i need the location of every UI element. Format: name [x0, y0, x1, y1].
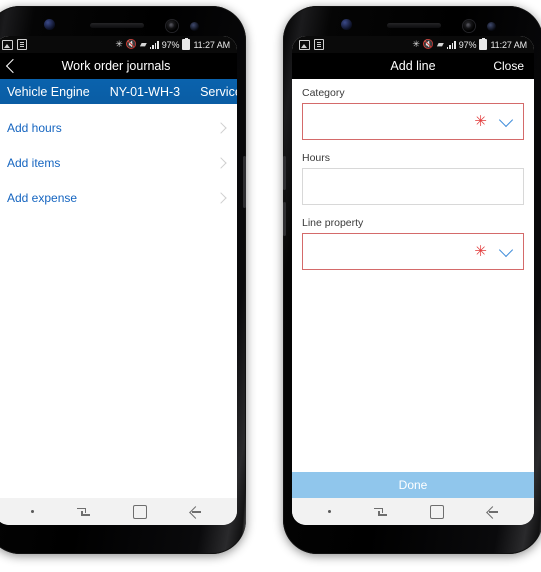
bluetooth-icon: ✳	[115, 39, 123, 49]
hours-input[interactable]	[302, 168, 524, 205]
front-camera-icon	[463, 20, 475, 32]
back-icon[interactable]	[190, 506, 201, 517]
status-bar-system-left: ✳ 🔇 ▰ 97% 11:27 AM	[115, 38, 230, 50]
journal-list: Add hours Add items Add expense	[0, 104, 237, 498]
recents-icon[interactable]	[374, 507, 388, 517]
screen-right: ✳ 🔇 ▰ 97% 11:27 AM Add line Close Catego…	[292, 36, 534, 525]
battery-percent-label: 97%	[458, 39, 477, 50]
home-icon[interactable]	[133, 504, 148, 519]
screenshot-canvas: ✳ 🔇 ▰ 97% 11:27 AM Work order journals V…	[0, 0, 541, 572]
signal-icon	[446, 40, 456, 49]
record-field-id: NY-01-WH-3	[109, 84, 181, 99]
app-bar-left: Work order journals	[0, 53, 237, 79]
record-header-bar: Vehicle Engine NY-01-WH-3 Service	[0, 79, 237, 104]
record-field-type: Service	[200, 84, 237, 99]
iris-sensor-icon	[487, 22, 496, 31]
device-top-bezel-left	[0, 6, 246, 36]
document-icon	[314, 39, 324, 50]
list-item-label: Add items	[7, 155, 61, 170]
phone-device-right: ✳ 🔇 ▰ 97% 11:27 AM Add line Close Catego…	[283, 6, 541, 554]
document-icon	[17, 39, 27, 50]
field-line-property: Line property ✳	[302, 217, 524, 270]
image-icon	[299, 39, 310, 50]
status-bar-system-right: ✳ 🔇 ▰ 97% 11:27 AM	[412, 38, 527, 50]
list-item-label: Add hours	[7, 120, 62, 135]
chevron-down-icon[interactable]	[498, 242, 514, 257]
required-asterisk-icon: ✳	[474, 113, 487, 130]
signal-icon	[149, 40, 159, 49]
mute-icon: 🔇	[422, 39, 434, 49]
phone-device-left: ✳ 🔇 ▰ 97% 11:27 AM Work order journals V…	[0, 6, 246, 554]
status-bar-right: ✳ 🔇 ▰ 97% 11:27 AM	[292, 36, 534, 53]
category-input[interactable]: ✳	[302, 103, 524, 140]
list-item-add-items[interactable]: Add items	[0, 145, 237, 180]
field-category: Category ✳	[302, 87, 524, 140]
add-line-form: Category ✳ Hours Line property ✳	[292, 79, 534, 472]
chevron-right-icon	[215, 156, 227, 169]
back-chevron-icon[interactable]	[5, 58, 21, 74]
close-button[interactable]: Close	[493, 59, 524, 73]
front-camera-icon	[166, 20, 178, 32]
status-bar-notifications-right	[299, 39, 324, 50]
recents-icon[interactable]	[77, 507, 91, 517]
field-label: Line property	[302, 217, 364, 229]
status-bar-left: ✳ 🔇 ▰ 97% 11:27 AM	[0, 36, 237, 53]
battery-icon	[182, 38, 191, 50]
chevron-right-icon	[215, 121, 227, 134]
required-asterisk-icon: ✳	[474, 243, 487, 260]
chevron-down-icon[interactable]	[498, 112, 514, 127]
page-title: Work order journals	[61, 59, 171, 73]
dot-indicator-icon	[327, 509, 332, 514]
power-button-left[interactable]	[243, 156, 246, 208]
field-label: Category	[302, 87, 345, 99]
wifi-icon: ▰	[436, 39, 444, 49]
earpiece-speaker	[387, 23, 441, 28]
clock-label: 11:27 AM	[193, 39, 230, 50]
field-hours: Hours	[302, 152, 524, 205]
list-item-add-expense[interactable]: Add expense	[0, 180, 237, 215]
app-bar-right: Add line Close	[292, 53, 534, 79]
list-item-add-hours[interactable]: Add hours	[0, 110, 237, 145]
battery-percent-label: 97%	[161, 39, 180, 50]
dot-indicator-icon	[30, 509, 35, 514]
battery-icon	[479, 38, 488, 50]
device-top-bezel-right	[283, 6, 541, 36]
clock-label: 11:27 AM	[490, 39, 527, 50]
iris-sensor-icon	[190, 22, 199, 31]
field-label: Hours	[302, 152, 331, 164]
image-icon	[2, 39, 13, 50]
bluetooth-icon: ✳	[412, 39, 420, 49]
done-button[interactable]: Done	[292, 472, 534, 498]
volume-button-right[interactable]	[283, 156, 286, 190]
android-nav-bar-right	[292, 498, 534, 525]
bixby-button-right[interactable]	[283, 202, 286, 236]
back-icon[interactable]	[487, 506, 498, 517]
android-nav-bar-left	[0, 498, 237, 525]
line-property-input[interactable]: ✳	[302, 233, 524, 270]
record-field-asset: Vehicle Engine	[7, 84, 90, 99]
earpiece-speaker	[90, 23, 144, 28]
home-icon[interactable]	[430, 504, 445, 519]
proximity-sensor-icon	[44, 19, 55, 30]
mute-icon: 🔇	[125, 39, 137, 49]
list-item-label: Add expense	[7, 190, 78, 205]
screen-left: ✳ 🔇 ▰ 97% 11:27 AM Work order journals V…	[0, 36, 237, 525]
wifi-icon: ▰	[139, 39, 147, 49]
chevron-right-icon	[215, 191, 227, 204]
status-bar-notifications-left	[2, 39, 27, 50]
proximity-sensor-icon	[341, 19, 352, 30]
